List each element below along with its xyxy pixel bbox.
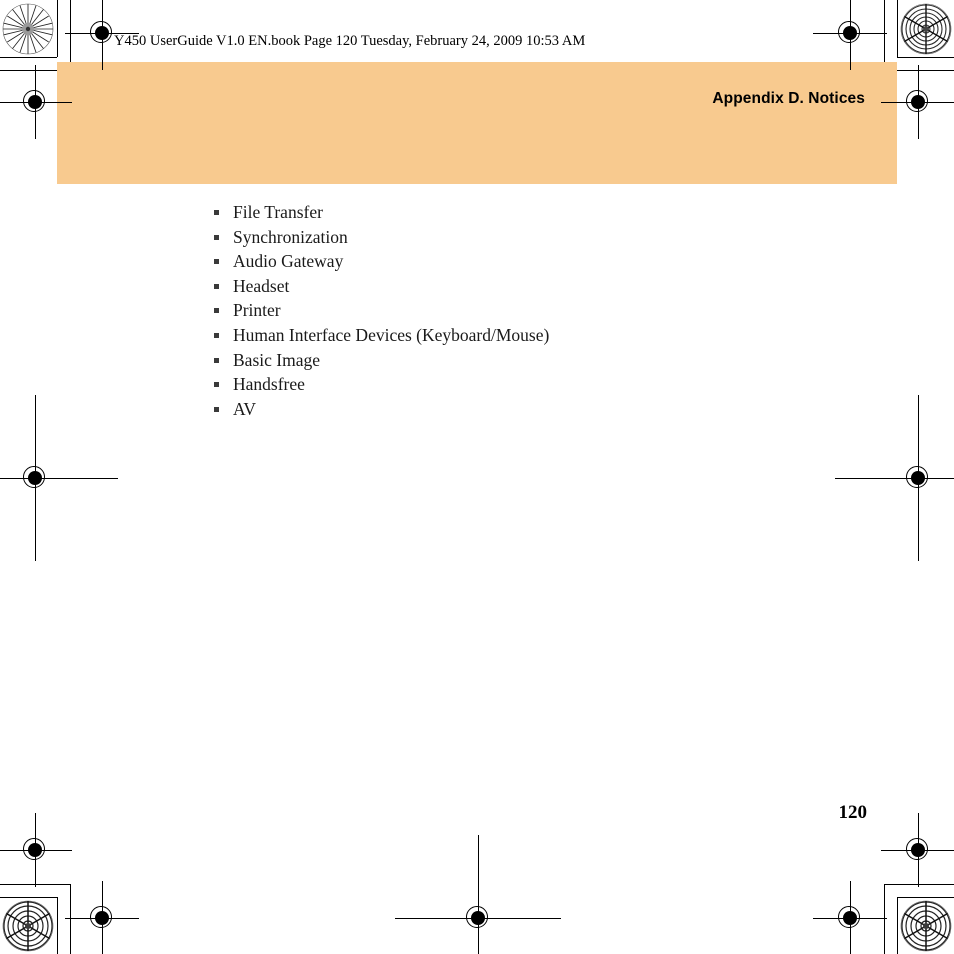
- registration-crosshair-icon: [813, 881, 887, 954]
- chapter-title: Appendix D. Notices: [712, 90, 865, 107]
- crop-line-vertical: [897, 0, 898, 57]
- registration-crosshair-icon: [0, 813, 72, 887]
- crop-line-vertical: [897, 897, 898, 954]
- list-item-label: Synchronization: [233, 226, 348, 247]
- square-bullet-icon: [214, 332, 219, 338]
- square-bullet-icon: [214, 382, 219, 388]
- square-bullet-icon: [214, 259, 219, 265]
- list-item: Handsfree: [214, 372, 834, 397]
- bluetooth-profile-list: File Transfer Synchronization Audio Gate…: [214, 200, 834, 421]
- list-item: File Transfer: [214, 200, 834, 225]
- list-item-label: Basic Image: [233, 349, 320, 370]
- list-item-label: Handsfree: [233, 374, 305, 395]
- registration-crosshair-icon: [0, 65, 72, 139]
- crop-line-horizontal: [0, 57, 57, 58]
- list-item-label: AV: [233, 398, 257, 419]
- crop-line-vertical: [884, 0, 885, 70]
- chapter-header-band: [57, 62, 897, 184]
- color-rosette-icon: [2, 3, 54, 55]
- registration-crosshair-icon: [881, 65, 954, 139]
- registration-crosshair-icon: [881, 813, 954, 887]
- square-bullet-icon: [214, 357, 219, 363]
- book-header-line: Y450 UserGuide V1.0 EN.book Page 120 Tue…: [114, 33, 586, 49]
- color-rosette-icon: [900, 3, 952, 55]
- list-item-label: Audio Gateway: [233, 251, 344, 272]
- list-item: AV: [214, 397, 834, 422]
- list-item: Headset: [214, 274, 834, 299]
- registration-crosshair-icon: [65, 0, 139, 70]
- square-bullet-icon: [214, 234, 219, 240]
- crop-line-vertical: [70, 0, 71, 70]
- crop-line-vertical: [57, 0, 58, 57]
- registration-crosshair-icon: [65, 881, 139, 954]
- crop-line-horizontal: [884, 884, 954, 885]
- registration-crosshair-icon: [395, 835, 561, 954]
- page-number: 120: [838, 802, 868, 823]
- square-bullet-icon: [214, 308, 219, 314]
- crop-line-vertical: [57, 897, 58, 954]
- list-item-label: Human Interface Devices (Keyboard/Mouse): [233, 324, 550, 345]
- crop-line-horizontal: [897, 57, 954, 58]
- square-bullet-icon: [214, 406, 219, 412]
- list-item-label: Headset: [233, 275, 290, 296]
- color-rosette-icon: [900, 900, 952, 952]
- crop-line-vertical: [884, 884, 885, 954]
- list-item: Printer: [214, 298, 834, 323]
- list-item: Audio Gateway: [214, 249, 834, 274]
- list-item-label: Printer: [233, 300, 281, 321]
- list-item-label: File Transfer: [233, 202, 323, 222]
- square-bullet-icon: [214, 210, 219, 215]
- document-page: Appendix D. Notices Y450 UserGuide V1.0 …: [0, 0, 954, 954]
- crop-line-horizontal: [0, 897, 57, 898]
- registration-crosshair-icon: [835, 395, 954, 561]
- color-rosette-icon: [2, 900, 54, 952]
- crop-line-vertical: [70, 884, 71, 954]
- registration-crosshair-icon: [0, 395, 118, 561]
- list-item: Basic Image: [214, 348, 834, 373]
- crop-line-horizontal: [897, 897, 954, 898]
- list-item: Human Interface Devices (Keyboard/Mouse): [214, 323, 834, 348]
- square-bullet-icon: [214, 283, 219, 289]
- registration-crosshair-icon: [813, 0, 887, 70]
- list-item: Synchronization: [214, 225, 834, 250]
